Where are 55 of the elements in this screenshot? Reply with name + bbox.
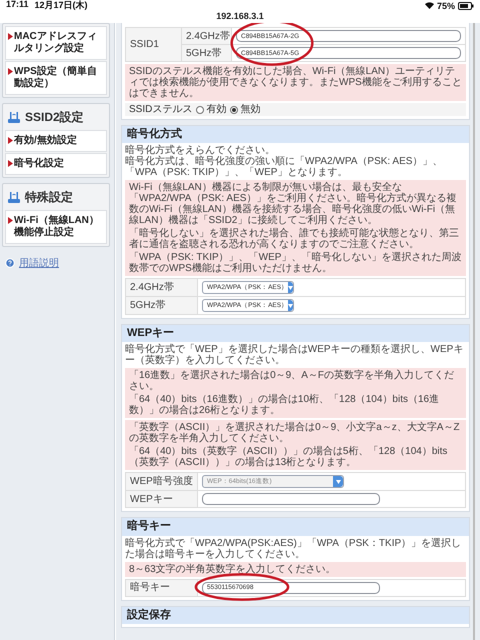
notice-text: 「64（40）bits（英数字（ASCII））」の場合は5桁、「128（104）bits（英数字（ASCII））」の場合は13桁となります。 <box>129 446 448 468</box>
radio-option[interactable]: 有効 <box>196 104 226 115</box>
group-title: 特殊設定 <box>25 189 73 206</box>
router-icon <box>7 191 21 204</box>
band-label: 2.4GHz帯 <box>182 28 232 44</box>
field-label: SSID1 <box>126 28 182 61</box>
notice-text: 「WPA（PSK: TKIP）」、「WEP」、「暗号化しない」を選択された周波数帯でのWPS機能はご利用いただけません。 <box>129 252 462 274</box>
field-label: WEPキー <box>126 491 198 508</box>
triangle-icon <box>8 137 13 144</box>
sidebar-item[interactable]: Wi-Fi（無線LAN）機能停止設定 <box>5 210 107 244</box>
notice-text: 「暗号化しない」を選択された場合、誰でも接続可能な状態となり、第三者に通信を盗聴される恐れが高くなりますのでご注意ください。 <box>129 228 460 250</box>
radio-option[interactable]: 無効 <box>230 104 260 115</box>
triangle-icon <box>8 217 13 224</box>
battery-percent: 75% <box>436 0 455 10</box>
section-title: 暗号キー <box>122 518 469 536</box>
notice-text: Wi-Fi（無線LAN）機器による制限が無い場合は、最も安全な「WPA2/WPA（PSK: AES）」をご利用ください。暗号化方式が異なる複数のWi-Fi（無線LAN）機器を接続する場合、暗号化強度の低いWi-Fi（無線LAN）機器は「SSID2」に接続してご利用ください。 <box>129 182 458 226</box>
input-field[interactable] <box>202 493 380 506</box>
section-title: 暗号化方式 <box>122 126 469 144</box>
radio-button[interactable] <box>196 106 204 114</box>
section-title: WEPキー <box>122 325 469 342</box>
description-text: 暗号化方式で「WPA2/WPA(PSK:AES)」「WPA（PSK：TKIP）」を選択した場合は暗号キーを入力してください。 <box>125 538 462 560</box>
triangle-icon <box>8 33 13 40</box>
sidebar-item[interactable]: 有効/無効設定 <box>5 130 107 152</box>
field-label: 5GHz帯 <box>126 297 198 314</box>
band-label: 5GHz帯 <box>182 45 232 61</box>
router-icon <box>7 111 21 124</box>
description-text: 暗号化方式をえらんでください。 暗号化方式は、暗号化強度の強い順に「WPA2/WPA（PSK: AES）」、「WPA（PSK: TKIP）」、「WEP」となります。 <box>125 145 444 178</box>
group-title: SSID2設定 <box>25 109 84 126</box>
sidebar-item[interactable]: MACアドレスフィルタリング設定 <box>5 26 107 60</box>
caret-icon <box>336 480 340 484</box>
notice-text: 8～63文字の半角英数字を入力してください。 <box>129 564 337 575</box>
caret-icon <box>288 286 294 290</box>
field-label: 暗号キー <box>126 580 198 596</box>
sidebar-item[interactable]: 暗号化設定 <box>5 153 107 175</box>
help-link[interactable]: 用語説明 <box>19 256 59 270</box>
field-label: 2.4GHz帯 <box>126 279 198 296</box>
wifi-icon <box>424 2 434 9</box>
notice-text: SSIDのステルス機能を有効にした場合、Wi-Fi（無線LAN）ユーティリティでは検索機能が使用できなくなります。またWPS機能をご利用することはできません。 <box>129 66 462 99</box>
date-text: 12月17日(木) <box>34 0 88 12</box>
field-label: WEP暗号強度 <box>126 473 198 490</box>
sidebar-item[interactable]: WPS設定（簡単自動設定） <box>5 61 107 95</box>
section-title: 設定保存 <box>122 606 469 624</box>
description-text: 暗号化方式で「WEP」を選択した場合はWEPキーの種類を選択し、WEPキー（英数字）を入力してください。 <box>125 344 464 366</box>
clock-time: 17:11 <box>6 0 29 11</box>
radio-button[interactable] <box>230 106 238 114</box>
help-icon <box>5 258 15 268</box>
triangle-icon <box>8 160 13 167</box>
notice-text: 「英数字（ASCII）」を選択された場合は0～9、小文字a～z、大文字A～Zの英数字を半角入力してください。 <box>129 422 461 444</box>
caret-icon <box>288 304 294 308</box>
battery-icon <box>458 2 474 10</box>
notice-text: 「16進数」を選択された場合は0～9、A～Fの英数字を半角入力してください。 <box>129 370 456 392</box>
notice-text: 「64（40）bits（16進数）」の場合は10桁、「128（104）bits（16進数）」の場合は26桁となります。 <box>129 394 440 416</box>
field-label: SSIDステルス <box>129 104 192 115</box>
triangle-icon <box>8 68 13 75</box>
url-text: 192.168.3.1 <box>215 11 265 23</box>
